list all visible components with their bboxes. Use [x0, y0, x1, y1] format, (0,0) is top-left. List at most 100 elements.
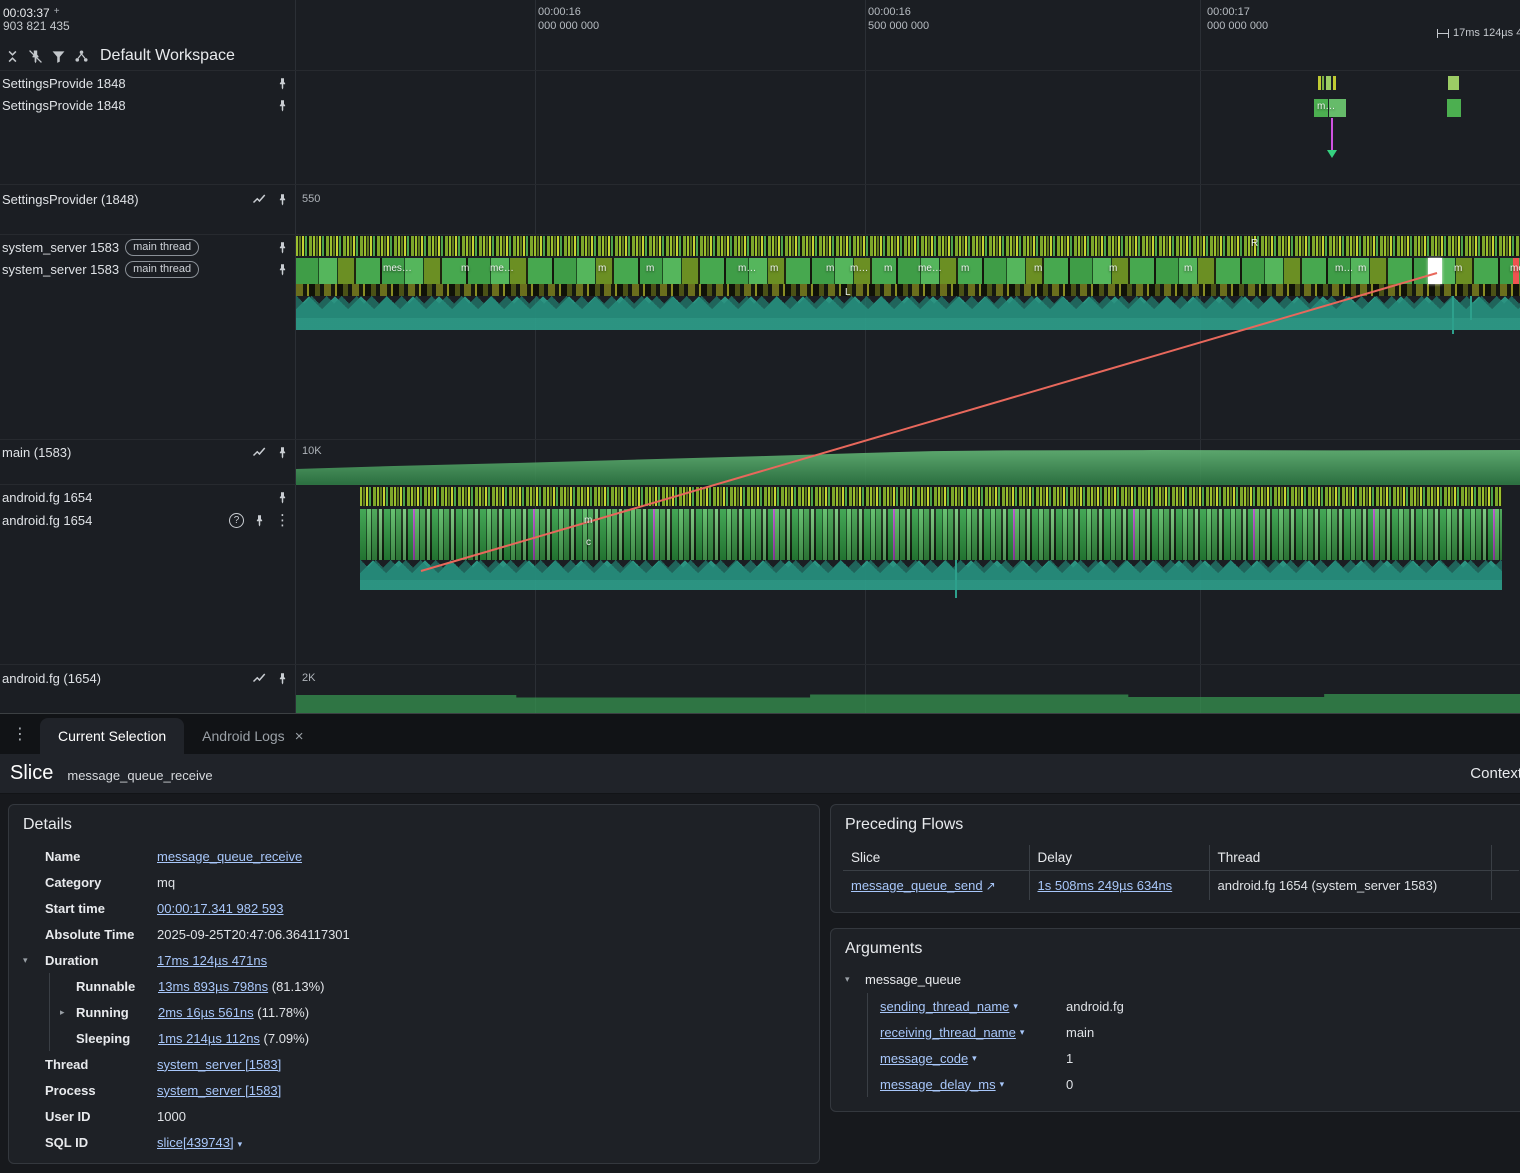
track-name: main (1583) — [2, 444, 72, 460]
pin-icon[interactable] — [275, 262, 290, 277]
track-row-settingsprovide-1[interactable]: SettingsProvide 1848 — [0, 72, 294, 94]
argument-key-link[interactable]: message_delay_ms — [880, 1077, 996, 1092]
expand-icon[interactable]: ▾ — [23, 955, 45, 966]
pin-icon[interactable] — [275, 192, 290, 207]
argument-key-link[interactable]: receiving_thread_name — [880, 1025, 1016, 1040]
track-row-androidfg-counter[interactable]: android.fg (1654) — [0, 667, 294, 689]
workspace-icon[interactable] — [73, 48, 90, 65]
start-time-link[interactable]: 00:00:17.341 982 593 — [157, 901, 284, 916]
column-header-delay: Delay — [1029, 845, 1210, 871]
unpin-all-icon[interactable] — [27, 48, 44, 65]
chart-icon[interactable] — [252, 192, 267, 207]
timeline-area[interactable]: 00:03:37 + 903 821 435 00:00:16 000 000 00… — [0, 0, 1520, 714]
tab-android-logs[interactable]: Android Logs × — [184, 718, 321, 754]
flow-slice-link[interactable]: message_queue_send — [851, 878, 983, 893]
track-row-main-counter[interactable]: main (1583) — [0, 441, 294, 463]
pin-icon[interactable] — [275, 490, 290, 505]
mini-slice[interactable] — [1329, 99, 1346, 117]
workspace-header: Default Workspace — [0, 42, 295, 70]
pin-icon[interactable] — [275, 445, 290, 460]
dropdown-icon[interactable]: ▾ — [1000, 1079, 1005, 1090]
detail-row-sleeping: Sleeping 1ms 214µs 112ns (7.09%) — [76, 1030, 310, 1046]
track-row-system-server-2[interactable]: system_server 1583 main thread — [0, 258, 294, 280]
mini-slice[interactable] — [1314, 99, 1328, 117]
filter-icon[interactable] — [50, 48, 67, 65]
separator — [0, 234, 1520, 235]
kebab-icon[interactable]: ⋮ — [275, 513, 290, 528]
argument-key-link[interactable]: sending_thread_name — [880, 999, 1009, 1014]
system-server-slice-track-1[interactable] — [296, 236, 1520, 256]
track-row-settingsprovider-counter[interactable]: SettingsProvider (1848) — [0, 188, 294, 210]
pin-icon[interactable] — [275, 76, 290, 91]
detail-row-thread: Thread system_server [1583] — [45, 1056, 282, 1072]
mini-slice[interactable] — [1333, 76, 1336, 90]
running-link[interactable]: 2ms 16µs 561ns — [158, 1005, 254, 1020]
detail-row-user-id: User ID 1000 — [45, 1108, 186, 1124]
chart-icon[interactable] — [252, 445, 267, 460]
dropdown-icon[interactable]: ▾ — [238, 1139, 243, 1149]
chevron-right-icon[interactable]: ▸ — [60, 1007, 76, 1018]
pin-icon[interactable] — [252, 513, 267, 528]
mini-slice[interactable] — [1318, 76, 1321, 90]
pin-icon[interactable] — [275, 240, 290, 255]
system-server-slice-track-2[interactable] — [296, 258, 1520, 284]
androidfg-slice-track-1[interactable] — [360, 487, 1502, 506]
duration-link[interactable]: 17ms 124µs 471ns — [157, 953, 267, 968]
detail-row-start-time: Start time 00:00:17.341 982 593 — [45, 900, 284, 916]
sleeping-link[interactable]: 1ms 214µs 112ns — [158, 1031, 260, 1046]
open-link-icon[interactable]: ↗ — [986, 879, 996, 893]
sql-id-link[interactable]: slice[439743] — [157, 1135, 234, 1150]
track-row-androidfg-1[interactable]: android.fg 1654 — [0, 486, 294, 508]
mini-slice[interactable] — [1448, 76, 1459, 90]
system-server-flame-shapes[interactable] — [296, 296, 1520, 318]
panel-menu-icon[interactable]: ⋮ — [0, 724, 40, 754]
detail-row-runnable: Runnable 13ms 893µs 798ns (81.13%) — [76, 978, 325, 994]
track-row-settingsprovide-2[interactable]: SettingsProvide 1848 — [0, 94, 294, 116]
dropdown-icon[interactable]: ▾ — [1020, 1027, 1025, 1038]
system-server-slice-track-depth2[interactable] — [296, 284, 1520, 296]
separator — [0, 664, 1520, 665]
flow-delay-link[interactable]: 1s 508ms 249µs 634ns — [1038, 878, 1173, 893]
main-counter-area-chart[interactable] — [296, 450, 1520, 485]
preceding-flows-heading: Preceding Flows — [845, 816, 964, 833]
argument-value: main — [1066, 1024, 1095, 1040]
tab-current-selection[interactable]: Current Selection — [40, 718, 185, 754]
thread-link[interactable]: system_server [1583] — [157, 1057, 281, 1072]
track-row-androidfg-2[interactable]: android.fg 1654 ? ⋮ — [0, 509, 294, 531]
track-row-system-server-1[interactable]: system_server 1583 main thread — [0, 236, 294, 258]
flame-spike — [955, 560, 957, 598]
androidfg-flame-shapes[interactable] — [360, 560, 1502, 580]
workspace-title[interactable]: Default Workspace — [100, 47, 235, 65]
androidfg-counter-area-chart[interactable] — [296, 694, 1520, 713]
pin-icon[interactable] — [275, 671, 290, 686]
dropdown-icon[interactable]: ▾ — [972, 1053, 977, 1064]
detail-row-absolute-time: Absolute Time 2025-09-25T20:47:06.364117… — [45, 926, 350, 942]
androidfg-slice-track-2[interactable] — [360, 509, 1502, 560]
mini-slice[interactable] — [1326, 76, 1331, 90]
dropdown-icon[interactable]: ▾ — [1013, 1001, 1018, 1012]
argument-rows: sending_thread_name ▾ android.fg receivin… — [867, 993, 1520, 1097]
chart-icon[interactable] — [252, 671, 267, 686]
main-thread-badge: main thread — [125, 238, 200, 256]
close-icon[interactable]: × — [295, 728, 304, 745]
detail-row-duration: ▾ Duration 17ms 124µs 471ns — [23, 952, 268, 968]
argument-group-header[interactable]: ▾ message_queue — [831, 967, 1520, 991]
mini-slice-red[interactable] — [1513, 258, 1519, 284]
argument-key-link[interactable]: message_code — [880, 1051, 968, 1066]
selected-slice[interactable] — [1428, 258, 1442, 284]
expand-icon[interactable]: ▾ — [845, 974, 859, 985]
collapse-tracks-icon[interactable] — [4, 48, 21, 65]
mini-slice[interactable] — [1447, 99, 1461, 117]
counter-scale-label: 10K — [302, 445, 322, 457]
process-link[interactable]: system_server [1583] — [157, 1083, 281, 1098]
track-name: android.fg 1654 — [2, 489, 93, 505]
help-icon[interactable]: ? — [229, 512, 244, 528]
pin-icon[interactable] — [275, 98, 290, 113]
mini-slice[interactable] — [1322, 76, 1324, 90]
tab-bar: ⋮ Current Selection Android Logs × — [0, 714, 1520, 754]
runnable-link[interactable]: 13ms 893µs 798ns — [158, 979, 268, 994]
detail-row-name: Name message_queue_receive — [45, 848, 303, 864]
argument-row: sending_thread_name ▾ android.fg — [880, 993, 1520, 1019]
name-link[interactable]: message_queue_receive — [157, 849, 302, 864]
context-label[interactable]: Context — [1470, 765, 1520, 782]
